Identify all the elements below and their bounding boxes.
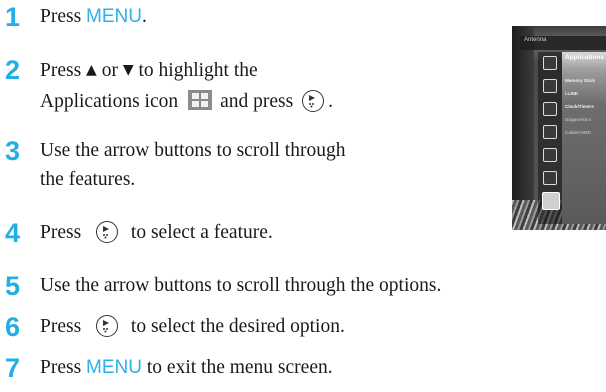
text-fragment: Press [40, 357, 87, 378]
step-number: 2 [5, 55, 21, 85]
text-fragment: and press [220, 91, 294, 112]
text-fragment: Press [40, 316, 82, 337]
sound-icon [543, 79, 557, 93]
step-5: 5 Use the arrow buttons to scroll throug… [0, 271, 441, 301]
menu-item-disabled: CableCARD [565, 130, 591, 135]
step-number: 7 [5, 353, 21, 383]
text-fragment: Applications icon [40, 91, 179, 112]
up-arrow-icon: ▲ [86, 62, 97, 78]
text-fragment: to select the desired option. [130, 316, 345, 337]
channel-icon [543, 125, 557, 139]
text-fragment: or [96, 60, 123, 81]
text-fragment: to highlight the [133, 60, 258, 81]
step-text: Use the arrow buttons to scroll through … [40, 136, 345, 193]
text-fragment: to exit the menu screen. [142, 357, 333, 378]
down-arrow-icon: ▼ [122, 62, 134, 78]
select-button-icon [96, 315, 119, 337]
text-fragment: to select a feature. [130, 222, 273, 243]
step-number: 1 [5, 2, 21, 32]
text-line: Use the arrow buttons to scroll through [40, 140, 346, 161]
applications-icon [542, 192, 560, 210]
text-fragment: Press [40, 6, 87, 27]
screen-icon [543, 102, 557, 116]
step-text: Press ▲ or ▼ to highlight the Applicatio… [40, 55, 333, 115]
step-6: 6 Press to select the desired option. [0, 312, 345, 342]
step-text: Use the arrow buttons to scroll through … [40, 275, 442, 296]
select-button-icon [96, 221, 119, 243]
step-number: 6 [5, 312, 21, 342]
step-1: 1 Press MENU. [0, 2, 147, 32]
text-fragment: Press [40, 222, 82, 243]
menu-header-text: Antenna [524, 37, 547, 43]
text-fragment: . [142, 6, 147, 27]
step-text: Press MENU. [40, 2, 147, 30]
menu-item-disabled: Diagnostics [565, 117, 592, 122]
step-text: Press MENU to exit the menu screen. [40, 353, 333, 381]
step-number: 4 [5, 218, 21, 248]
select-button-icon [302, 90, 325, 112]
menu-item: Clock/Timers [565, 104, 594, 109]
menu-panel-title: Applications [565, 54, 605, 61]
step-4: 4 Press to select a feature. [0, 218, 273, 248]
step-text: Press to select a feature. [40, 218, 273, 246]
text-fragment: Press [40, 60, 87, 81]
step-2: 2 Press ▲ or ▼ to highlight the Applicat… [0, 55, 333, 115]
menu-key-label: MENU [86, 357, 142, 378]
menu-key-label: MENU [86, 6, 142, 27]
text-fragment: . [328, 91, 333, 112]
setup-icon [543, 171, 557, 185]
menu-item: Memory Stick [565, 78, 595, 83]
menu-item: i.LINK [565, 91, 579, 96]
parental-icon [543, 148, 557, 162]
step-number: 5 [5, 271, 21, 301]
menu-screenshot: Antenna Applications Memory Stick i.LINK… [512, 26, 606, 230]
text-line: the features. [40, 169, 136, 190]
step-3: 3 Use the arrow buttons to scroll throug… [0, 136, 345, 193]
step-number: 3 [5, 136, 21, 166]
applications-icon [188, 90, 213, 110]
step-text: Press to select the desired option. [40, 312, 345, 340]
step-7: 7 Press MENU to exit the menu screen. [0, 353, 333, 383]
profile-icon [543, 56, 557, 70]
